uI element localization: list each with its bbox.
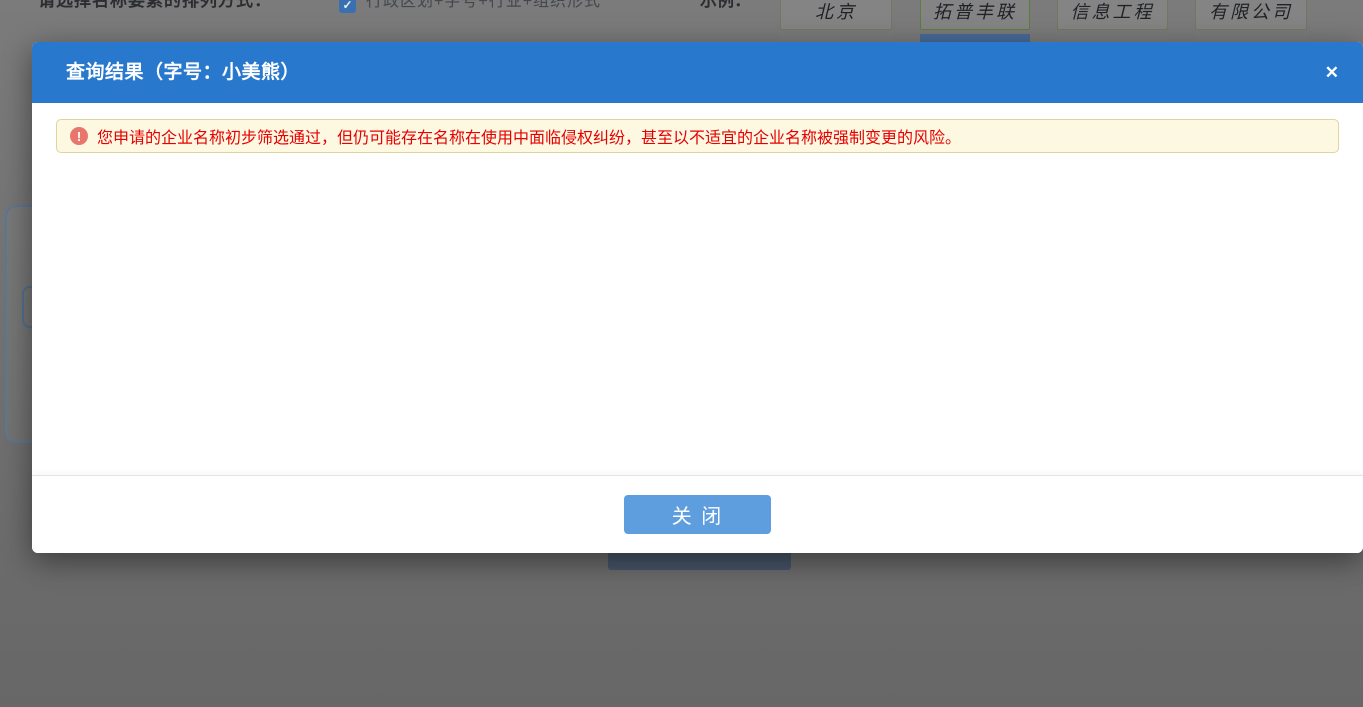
modal-body <box>32 153 1363 475</box>
modal-footer: 关 闭 <box>32 475 1363 553</box>
example-box-tradename: 拓普丰联 <box>920 0 1030 30</box>
example-box-industry: 信息工程 <box>1057 0 1168 30</box>
arrangement-checkbox[interactable]: ✓ <box>339 0 356 13</box>
close-icon[interactable]: ✕ <box>1319 42 1345 103</box>
arrangement-prompt-label: 请选择名称要素的排列方式： <box>38 0 272 12</box>
modal-title: 查询结果（字号：小美熊） <box>66 42 300 103</box>
modal-header: 查询结果（字号：小美熊） ✕ <box>32 42 1363 103</box>
example-label: 示例： <box>700 0 751 12</box>
arrangement-option-label: 行政区划+字号+行业+组织形式 <box>366 0 601 13</box>
page-stage: 请选择名称要素的排列方式： ✓ 行政区划+字号+行业+组织形式 示例： 北京 拓… <box>0 0 1363 707</box>
example-box-region: 北京 <box>780 0 892 30</box>
checkmark-icon: ✓ <box>342 0 352 11</box>
warning-message: 您申请的企业名称初步筛选通过，但仍可能存在名称在使用中面临侵权纠纷，甚至以不适宜… <box>97 124 961 148</box>
example-box-orgform: 有限公司 <box>1195 0 1307 30</box>
exclamation-circle-icon: ! <box>70 127 88 145</box>
query-result-modal: 查询结果（字号：小美熊） ✕ ! 您申请的企业名称初步筛选通过，但仍可能存在名称… <box>32 42 1363 553</box>
close-button[interactable]: 关 闭 <box>624 495 771 534</box>
warning-alert: ! 您申请的企业名称初步筛选通过，但仍可能存在名称在使用中面临侵权纠纷，甚至以不… <box>56 119 1339 153</box>
